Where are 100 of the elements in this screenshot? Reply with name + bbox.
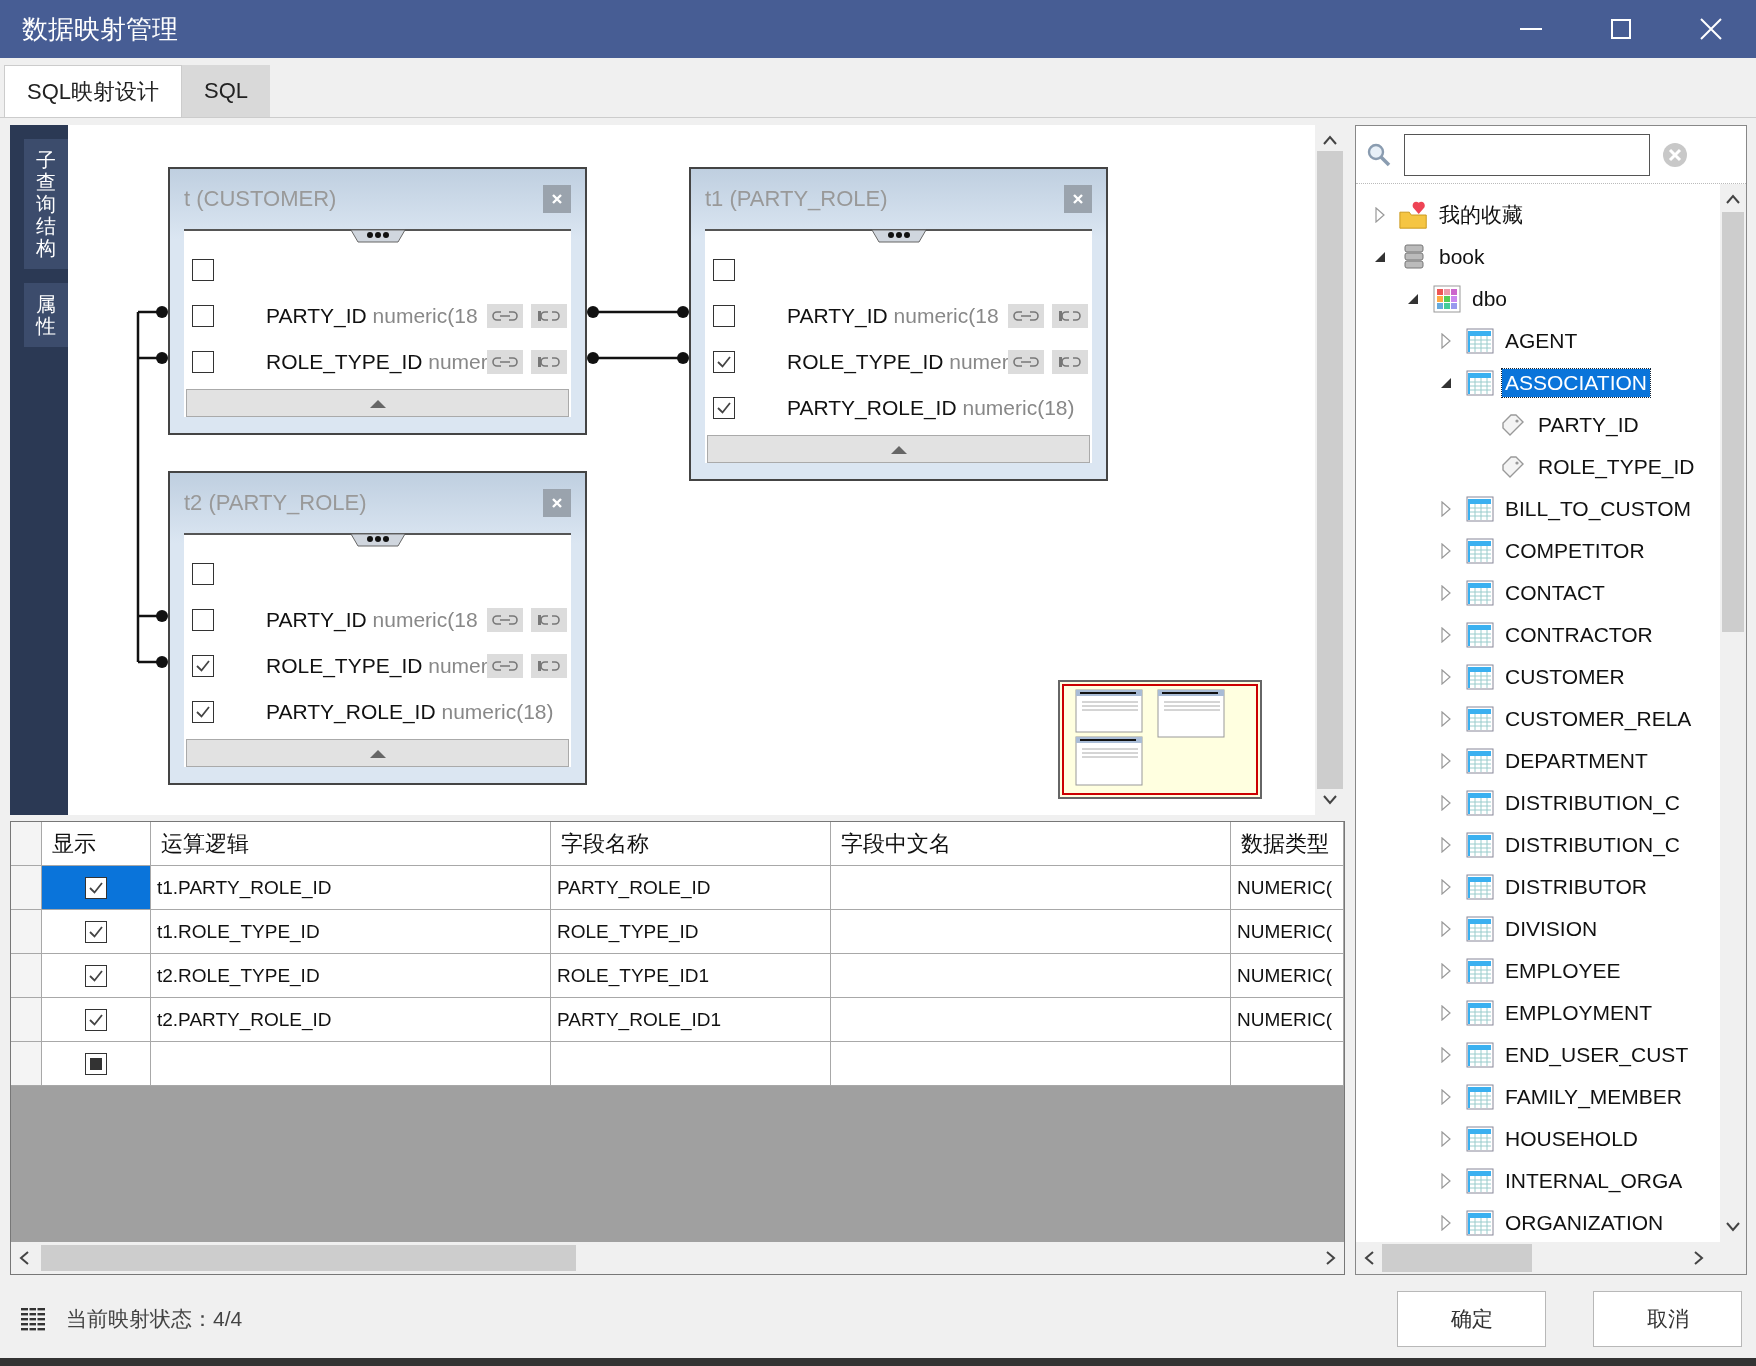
tree-item[interactable]: ROLE_TYPE_ID [1535, 453, 1698, 481]
scrollbar-thumb[interactable] [1382, 1244, 1532, 1272]
link-button[interactable] [487, 350, 523, 374]
scroll-left-icon[interactable] [1364, 1251, 1374, 1265]
flag-link-button[interactable] [531, 654, 567, 678]
table-cell[interactable] [42, 954, 151, 998]
clear-icon[interactable] [1662, 141, 1688, 168]
checkbox[interactable] [713, 305, 735, 327]
flag-link-button[interactable] [531, 608, 567, 632]
scroll-right-icon[interactable] [1694, 1251, 1704, 1265]
drag-handle[interactable] [350, 229, 405, 243]
close-icon[interactable] [1700, 18, 1722, 40]
close-button[interactable] [1064, 185, 1092, 213]
scroll-up-icon[interactable] [1726, 194, 1740, 204]
column-header[interactable]: 显示 [42, 822, 151, 866]
dialog-button[interactable]: 取消 [1593, 1291, 1742, 1347]
row-header[interactable] [11, 1042, 42, 1086]
link-button[interactable] [1008, 350, 1044, 374]
flag-link-button[interactable] [1052, 350, 1088, 374]
checkbox[interactable] [192, 609, 214, 631]
row-header[interactable] [11, 866, 42, 910]
table-cell[interactable] [42, 998, 151, 1042]
link-button[interactable] [487, 654, 523, 678]
tree-item[interactable]: FAMILY_MEMBER [1502, 1083, 1685, 1111]
row-header[interactable] [11, 998, 42, 1042]
search-field[interactable] [1404, 133, 1650, 176]
tree-item[interactable]: AGENT [1502, 327, 1581, 355]
scroll-up-icon[interactable] [1323, 135, 1337, 145]
scroll-down-icon[interactable] [1323, 795, 1337, 805]
tree-item[interactable]: HOUSEHOLD [1502, 1125, 1642, 1153]
tree-item[interactable]: INTERNAL_ORGA [1502, 1167, 1686, 1195]
checkbox[interactable] [192, 305, 214, 327]
checkbox[interactable] [192, 655, 214, 677]
column-header[interactable]: 字段中文名 [831, 822, 1231, 866]
tab[interactable]: SQL [182, 65, 271, 117]
tree-item[interactable]: DISTRIBUTION_C [1502, 831, 1683, 859]
side-tab[interactable]: 子查询结构 [24, 139, 68, 269]
collapse-button[interactable] [707, 435, 1090, 463]
checkbox[interactable] [192, 563, 214, 585]
checkbox[interactable] [713, 259, 735, 281]
checkbox[interactable] [192, 351, 214, 373]
tree-item[interactable]: DEPARTMENT [1502, 747, 1651, 775]
scrollbar-thumb[interactable] [41, 1245, 576, 1271]
side-tab[interactable]: 属性 [24, 283, 68, 347]
tab[interactable]: SQL映射设计 [4, 65, 183, 117]
column-header[interactable]: 运算逻辑 [151, 822, 551, 866]
checkbox[interactable] [85, 920, 107, 943]
checkbox[interactable] [192, 701, 214, 723]
link-button[interactable] [487, 608, 523, 632]
collapse-button[interactable] [186, 389, 569, 417]
tree-item[interactable]: 我的收藏 [1436, 199, 1526, 231]
tree-item[interactable]: CONTRACTOR [1502, 621, 1656, 649]
tree-item[interactable]: CONTACT [1502, 579, 1608, 607]
tree-item[interactable]: DISTRIBUTION_C [1502, 789, 1683, 817]
row-header[interactable] [11, 954, 42, 998]
maximize-icon[interactable] [1611, 19, 1631, 39]
tree-item[interactable]: COMPETITOR [1502, 537, 1648, 565]
row-header[interactable] [11, 910, 42, 954]
link-button[interactable] [487, 304, 523, 328]
tree-item[interactable]: DISTRIBUTOR [1502, 873, 1650, 901]
scroll-right-icon[interactable] [1326, 1251, 1336, 1265]
scroll-down-icon[interactable] [1726, 1222, 1740, 1232]
dialog-button[interactable]: 确定 [1397, 1291, 1546, 1347]
search-icon[interactable] [1366, 141, 1392, 168]
tree-arrow-icon[interactable] [1374, 251, 1386, 263]
scrollbar-thumb[interactable] [1317, 151, 1343, 789]
tree-item[interactable]: dbo [1469, 285, 1511, 313]
tree-item[interactable]: book [1436, 243, 1488, 271]
tree-item[interactable]: ORGANIZATION [1502, 1209, 1667, 1237]
scroll-left-icon[interactable] [19, 1251, 29, 1265]
tree-item[interactable]: EMPLOYMENT [1502, 999, 1656, 1027]
minimap-drawing[interactable] [1058, 680, 1262, 799]
drag-handle[interactable] [350, 533, 405, 547]
column-header[interactable]: 数据类型 [1231, 822, 1344, 866]
checkbox[interactable] [85, 876, 107, 899]
tree-arrow-icon[interactable] [1407, 293, 1419, 305]
tree-arrow-icon[interactable] [1440, 377, 1452, 389]
flag-link-button[interactable] [531, 350, 567, 374]
link-button[interactable] [1008, 304, 1044, 328]
checkbox[interactable] [85, 964, 107, 987]
checkbox[interactable] [713, 397, 735, 419]
table-cell[interactable] [42, 910, 151, 954]
tree-item[interactable]: CUSTOMER_RELA [1502, 705, 1695, 733]
tree-item[interactable]: ASSOCIATION [1502, 369, 1650, 397]
tree-item[interactable]: EMPLOYEE [1502, 957, 1624, 985]
column-header[interactable]: 字段名称 [551, 822, 831, 866]
flag-link-button[interactable] [531, 304, 567, 328]
tree-item[interactable]: CUSTOMER [1502, 663, 1628, 691]
close-button[interactable] [543, 185, 571, 213]
tree-item[interactable]: BILL_TO_CUSTOM [1502, 495, 1694, 523]
drag-handle[interactable] [871, 229, 926, 243]
tree-item[interactable]: END_USER_CUST [1502, 1041, 1692, 1069]
scrollbar-thumb[interactable] [1722, 212, 1744, 632]
close-button[interactable] [543, 489, 571, 517]
checkbox[interactable] [713, 351, 735, 373]
table-cell[interactable] [42, 1042, 151, 1086]
tree-item[interactable]: DIVISION [1502, 915, 1601, 943]
checkbox[interactable] [85, 1008, 107, 1031]
tree-item[interactable]: PARTY_ID [1535, 411, 1642, 439]
minimize-icon[interactable] [1520, 27, 1542, 31]
